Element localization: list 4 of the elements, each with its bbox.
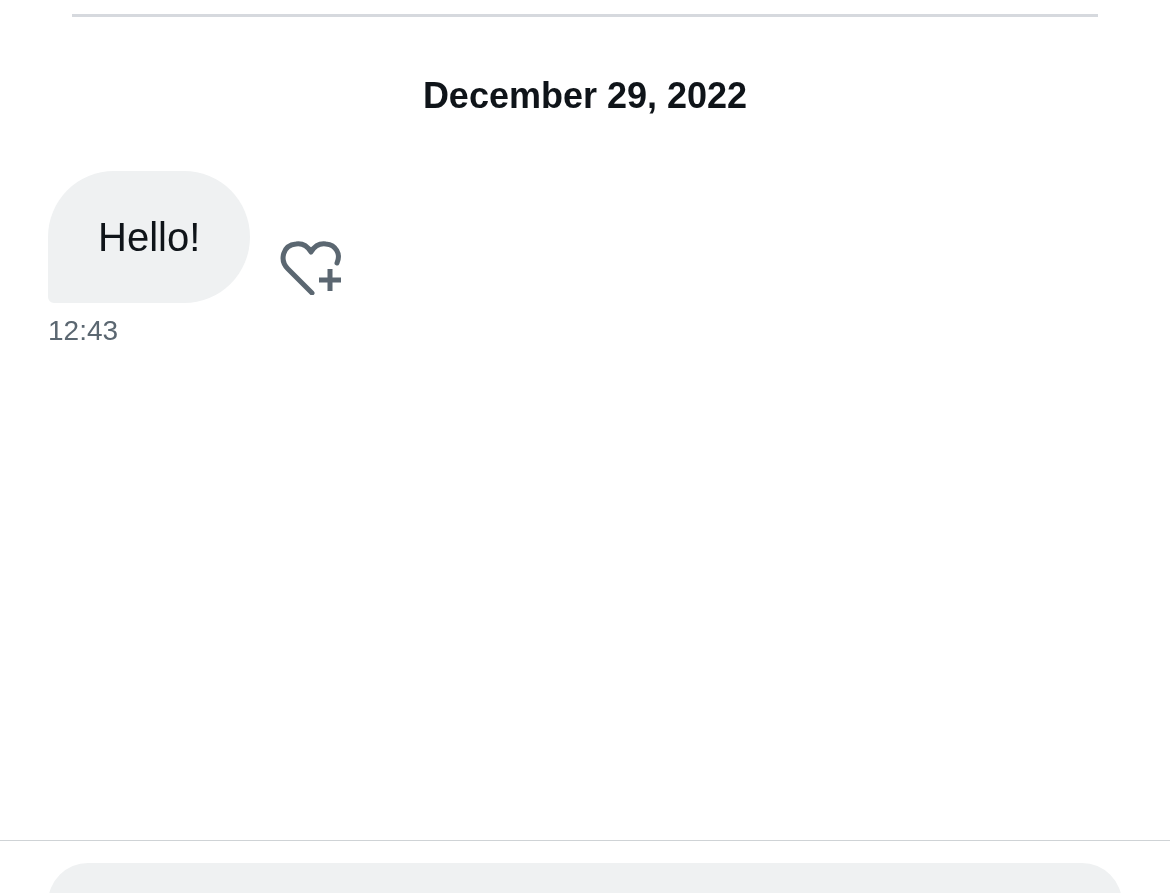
date-header: December 29, 2022 [421, 75, 749, 117]
heart-plus-icon[interactable] [280, 241, 343, 295]
message-bubble: Hello! [48, 171, 251, 303]
message-time: 12:43 [48, 315, 120, 347]
